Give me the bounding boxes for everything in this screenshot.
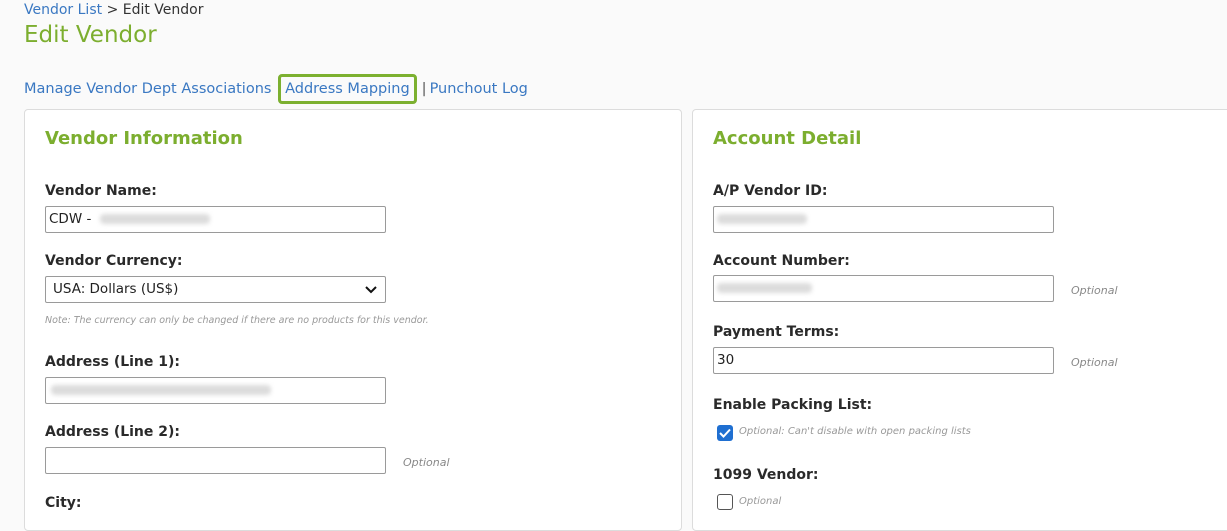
breadcrumb-separator: > [106, 2, 119, 18]
redacted-text [51, 385, 271, 395]
checkmark-icon [719, 428, 731, 438]
address-line1-input[interactable] [45, 377, 386, 404]
vendor-1099-checkbox[interactable] [717, 494, 733, 510]
redacted-text [99, 214, 210, 224]
account-number-input[interactable] [713, 275, 1054, 302]
vendor-currency-value: USA: Dollars (US$) [53, 281, 179, 297]
breadcrumb-current: Edit Vendor [122, 2, 204, 18]
vendor-name-value: CDW - [49, 211, 92, 227]
account-detail-heading: Account Detail [713, 128, 862, 149]
redacted-text [717, 214, 807, 224]
chevron-down-icon [365, 277, 377, 302]
vendor-name-label: Vendor Name: [45, 183, 157, 199]
vendor-name-input[interactable]: CDW - [45, 206, 386, 233]
account-detail-panel: Account Detail A/P Vendor ID: Account Nu… [692, 109, 1227, 531]
vendor-1099-optional: Optional [739, 496, 782, 507]
address-line1-label: Address (Line 1): [45, 354, 181, 370]
address-line2-label: Address (Line 2): [45, 424, 181, 440]
ap-vendor-id-label: A/P Vendor ID: [713, 183, 828, 199]
vendor-currency-label: Vendor Currency: [45, 253, 183, 269]
address-line2-optional: Optional [403, 456, 450, 469]
payment-terms-optional: Optional [1071, 356, 1118, 369]
manage-vendor-dept-associations-link[interactable]: Manage Vendor Dept Associations [24, 81, 271, 97]
vendor-currency-select[interactable]: USA: Dollars (US$) [45, 276, 386, 303]
vendor-information-panel: Vendor Information Vendor Name: CDW - Ve… [24, 109, 682, 531]
packing-list-note: Optional: Can't disable with open packin… [739, 426, 971, 437]
ap-vendor-id-input[interactable] [713, 206, 1054, 233]
packing-list-checkbox[interactable] [717, 425, 733, 441]
address-mapping-link[interactable]: Address Mapping [285, 81, 410, 97]
address-line2-input[interactable] [45, 447, 386, 474]
punchout-log-link[interactable]: Punchout Log [430, 81, 528, 97]
payment-terms-label: Payment Terms: [713, 324, 840, 340]
action-links: Manage Vendor Dept Associations Address … [24, 74, 528, 104]
account-number-optional: Optional [1071, 284, 1118, 297]
vendor-1099-label: 1099 Vendor: [713, 467, 819, 483]
payment-terms-input[interactable]: 30 [713, 347, 1054, 374]
payment-terms-value: 30 [717, 352, 735, 368]
redacted-text [717, 283, 812, 293]
currency-note: Note: The currency can only be changed i… [45, 315, 429, 326]
vendor-information-heading: Vendor Information [45, 128, 243, 149]
account-number-label: Account Number: [713, 253, 850, 269]
link-separator: | [421, 81, 427, 97]
address-mapping-highlight: Address Mapping [278, 74, 417, 104]
packing-list-label: Enable Packing List: [713, 397, 873, 413]
breadcrumb-vendor-list-link[interactable]: Vendor List [24, 2, 102, 18]
page-title: Edit Vendor [24, 22, 157, 48]
breadcrumb: Vendor List > Edit Vendor [24, 2, 204, 18]
